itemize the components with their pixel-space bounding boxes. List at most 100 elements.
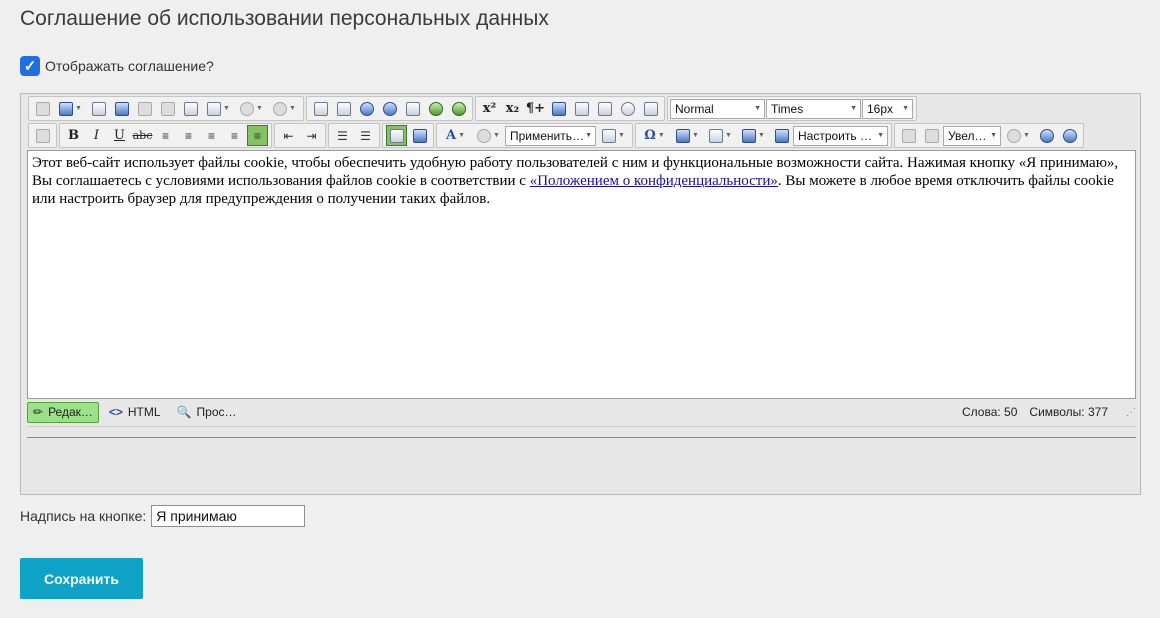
link-icon[interactable]	[425, 98, 446, 119]
paste-special-icon[interactable]: ▼	[203, 98, 234, 119]
image-map-icon[interactable]	[771, 125, 792, 146]
media-icon[interactable]	[379, 98, 400, 119]
toolbar-group-text: x² x₂ ¶+	[475, 96, 665, 121]
template-icon[interactable]	[594, 98, 615, 119]
image-icon[interactable]	[310, 98, 331, 119]
undo-icon[interactable]: ▼	[236, 98, 267, 119]
special-char-icon[interactable]: Ω ▼	[639, 125, 670, 146]
toolbar-group-misc: Увел… ▼ ▼	[894, 123, 1084, 148]
redo-icon[interactable]: ▼	[269, 98, 300, 119]
toolbar-group-indent: ⇤ ⇥	[274, 123, 326, 148]
divider	[27, 426, 1136, 427]
button-caption-label: Надпись на кнопке:	[20, 508, 147, 524]
clean-format-icon[interactable]: ▼	[598, 125, 629, 146]
doc-icon[interactable]	[333, 98, 354, 119]
justify-icon[interactable]: ≡	[224, 125, 245, 146]
editor-content[interactable]: Этот веб-сайт использует файлы cookie, ч…	[27, 150, 1136, 399]
clock-icon[interactable]	[617, 98, 638, 119]
toolbar-group-source	[28, 123, 57, 148]
toolbar-group-lists: ☰ ☰	[328, 123, 380, 148]
toolbar-row-1: ▼ ▼ ▼ ▼ x² x₂ ¶+ Normal ▼ Times ▼ 16px ▼	[28, 96, 919, 121]
save-button[interactable]: Сохранить	[20, 558, 143, 599]
show-agreement-label[interactable]: Отображать соглашение?	[45, 58, 214, 74]
underline-icon[interactable]: U	[109, 125, 130, 146]
code-icon: <>	[108, 405, 123, 419]
toolbar-group-clipboard: ▼ ▼ ▼ ▼	[28, 96, 304, 121]
cut-icon[interactable]	[134, 98, 155, 119]
outdent-icon[interactable]: ⇤	[278, 125, 299, 146]
divider	[27, 437, 1136, 438]
align-right-icon[interactable]: ≡	[201, 125, 222, 146]
toolbar-group-validate	[382, 123, 434, 148]
ordered-list-icon[interactable]: ☰	[332, 125, 353, 146]
find-icon[interactable]	[88, 98, 109, 119]
superscript-icon[interactable]: x²	[479, 98, 500, 119]
apply-style-select[interactable]: Применить… ▼	[505, 125, 596, 146]
bold-icon[interactable]: B	[63, 125, 84, 146]
font-color-icon[interactable]: A ▼	[440, 125, 471, 146]
toolbar-group-font: Normal ▼ Times ▼ 16px ▼	[667, 96, 917, 121]
select-all-icon[interactable]	[111, 98, 132, 119]
magnifier-icon: 🔍	[176, 405, 192, 419]
paragraph-icon[interactable]	[548, 98, 569, 119]
align-left-icon[interactable]: ≡	[155, 125, 176, 146]
font-select[interactable]: Times ▼	[766, 98, 861, 119]
resize-grip-icon[interactable]: ⋰	[1126, 407, 1136, 418]
document-icon[interactable]	[402, 98, 423, 119]
toggle-borders-icon[interactable]	[386, 125, 407, 146]
w3c-icon[interactable]	[409, 125, 430, 146]
align-center-icon[interactable]: ≡	[178, 125, 199, 146]
show-agreement-row: ✓ Отображать соглашение?	[20, 55, 214, 77]
remove-format-icon[interactable]	[898, 125, 919, 146]
toolbar-group-table: Ω ▼ ▼ ▼ ▼ Настроить … ▼	[635, 123, 892, 148]
spellcheck-icon[interactable]: ▼	[55, 98, 86, 119]
button-caption-row: Надпись на кнопке:	[20, 505, 306, 527]
toolbar-group-color: A ▼ ▼ Применить… ▼ ▼	[436, 123, 633, 148]
print-icon[interactable]	[32, 98, 53, 119]
format-painter-icon[interactable]	[640, 98, 661, 119]
container-icon[interactable]: ▼	[705, 125, 736, 146]
mode-preview-label: Прос…	[196, 405, 237, 419]
pilcrow-icon[interactable]: ¶+	[525, 98, 546, 119]
unordered-list-icon[interactable]: ☰	[355, 125, 376, 146]
justify-full-icon[interactable]: ≡	[247, 125, 268, 146]
strikethrough-icon[interactable]: abc	[132, 125, 153, 146]
insert-element-icon[interactable]: ▼	[738, 125, 769, 146]
editor-stats: Слова: 50 Символы: 377 ⋰	[962, 405, 1136, 419]
highlight-color-icon[interactable]: ▼	[473, 125, 504, 146]
about-icon[interactable]	[1059, 125, 1080, 146]
show-agreement-checkbox[interactable]: ✓	[20, 56, 40, 76]
pencil-icon: ✏	[33, 405, 44, 419]
font-format-icon[interactable]	[921, 125, 942, 146]
indent-icon[interactable]: ⇥	[301, 125, 322, 146]
snippets-icon[interactable]: ▼	[1003, 125, 1034, 146]
copy-icon[interactable]	[157, 98, 178, 119]
size-select[interactable]: 16px ▼	[862, 98, 913, 119]
zoom-select[interactable]: Увел… ▼	[943, 125, 1001, 146]
mode-edit-label: Редак…	[48, 405, 93, 419]
align-icon[interactable]	[571, 98, 592, 119]
user-icon[interactable]	[1036, 125, 1057, 146]
italic-icon[interactable]: I	[86, 125, 107, 146]
source-icon[interactable]	[32, 125, 53, 146]
format-select[interactable]: Normal ▼	[670, 98, 765, 119]
editor-mode-bar: ✏ Редак… <> HTML 🔍 Прос… Слова: 50 Симво…	[27, 401, 1136, 423]
subscript-icon[interactable]: x₂	[502, 98, 523, 119]
rich-text-editor: ▼ ▼ ▼ ▼ x² x₂ ¶+ Normal ▼ Times ▼ 16px ▼…	[20, 93, 1141, 495]
privacy-policy-link[interactable]: «Положением о конфиденциальности»	[530, 173, 778, 189]
toolbar-group-insert	[306, 96, 473, 121]
table-icon[interactable]: ▼	[672, 125, 703, 146]
button-caption-input[interactable]	[151, 505, 306, 527]
mode-html-tab[interactable]: <> HTML	[103, 402, 167, 423]
configure-select[interactable]: Настроить … ▼	[793, 125, 888, 146]
paste-icon[interactable]	[180, 98, 201, 119]
mode-html-label: HTML	[127, 405, 161, 419]
unlink-icon[interactable]	[448, 98, 469, 119]
char-count: Символы: 377	[1029, 405, 1108, 419]
toolbar-row-2: B I U abc ≡ ≡ ≡ ≡ ≡ ⇤ ⇥ ☰ ☰ A ▼ ▼ Примени…	[28, 123, 1086, 148]
mode-edit-tab[interactable]: ✏ Редак…	[27, 401, 99, 423]
flash-icon[interactable]	[356, 98, 377, 119]
page-title: Соглашение об использовании персональных…	[20, 7, 549, 30]
toolbar-group-style: B I U abc ≡ ≡ ≡ ≡ ≡	[59, 123, 272, 148]
mode-preview-tab[interactable]: 🔍 Прос…	[171, 402, 243, 423]
